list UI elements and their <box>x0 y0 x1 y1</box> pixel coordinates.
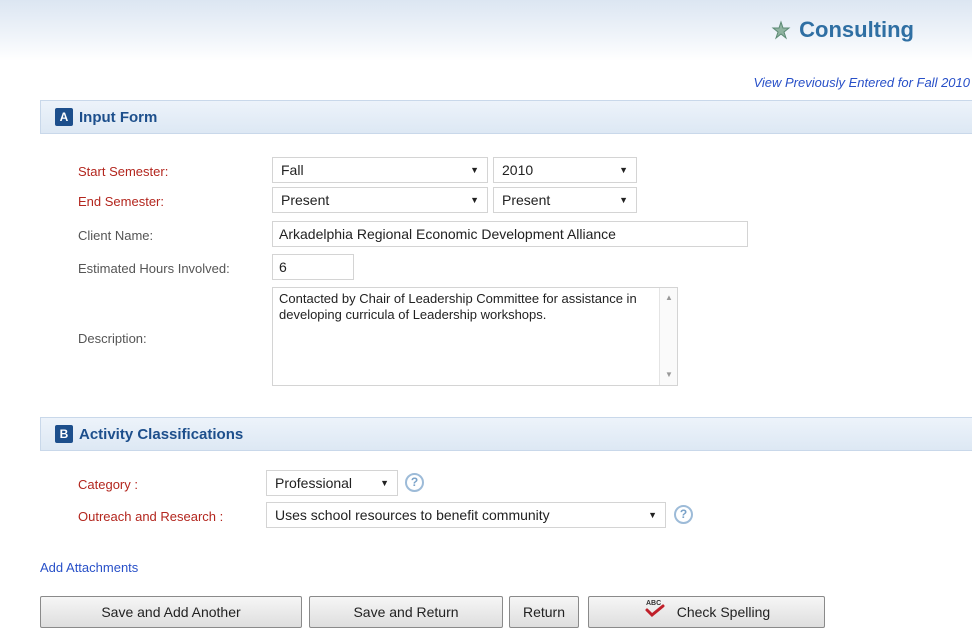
end-semester-term-select[interactable]: Present ▼ <box>272 187 488 213</box>
view-previous-link[interactable]: View Previously Entered for Fall 2010 <box>753 75 970 90</box>
scroll-down-icon[interactable]: ▼ <box>660 367 677 383</box>
client-name-input[interactable]: Arkadelphia Regional Economic Developmen… <box>272 221 748 247</box>
hours-label: Estimated Hours Involved: <box>78 261 230 276</box>
section-activity-classifications: B Activity Classifications <box>40 417 972 451</box>
chevron-down-icon: ▼ <box>470 195 479 205</box>
section-a-badge: A <box>55 108 73 126</box>
description-textarea[interactable]: Contacted by Chair of Leadership Committ… <box>272 287 678 386</box>
save-and-return-button[interactable]: Save and Return <box>309 596 503 628</box>
save-and-add-another-button[interactable]: Save and Add Another <box>40 596 302 628</box>
chevron-down-icon: ▼ <box>380 478 389 488</box>
check-spelling-button[interactable]: ABC Check Spelling <box>588 596 825 628</box>
category-value: Professional <box>275 475 353 491</box>
description-text: Contacted by Chair of Leadership Committ… <box>279 291 641 322</box>
section-b-title: Activity Classifications <box>79 425 244 443</box>
section-a-title: Input Form <box>79 108 158 126</box>
description-label: Description: <box>78 331 147 346</box>
description-scrollbar[interactable]: ▲ ▼ <box>659 288 677 385</box>
page-title-text: Consulting <box>799 17 914 42</box>
page-title: Consulting <box>771 17 914 43</box>
chevron-down-icon: ▼ <box>470 165 479 175</box>
start-semester-term-select[interactable]: Fall ▼ <box>272 157 488 183</box>
add-attachments-link[interactable]: Add Attachments <box>40 560 138 575</box>
category-label: Category : <box>78 477 138 492</box>
section-b-badge: B <box>55 425 73 443</box>
chevron-down-icon: ▼ <box>619 165 628 175</box>
end-semester-label: End Semester: <box>78 194 164 209</box>
svg-text:ABC: ABC <box>646 600 661 607</box>
scroll-up-icon[interactable]: ▲ <box>660 290 677 306</box>
check-spelling-label: Check Spelling <box>676 604 771 620</box>
end-semester-year-value: Present <box>502 192 551 208</box>
client-name-label: Client Name: <box>78 228 154 243</box>
end-semester-term-value: Present <box>281 192 330 208</box>
chevron-down-icon: ▼ <box>619 195 628 205</box>
help-question-icon[interactable]: ? <box>674 505 693 524</box>
help-question-icon[interactable]: ? <box>405 473 424 492</box>
start-semester-term-value: Fall <box>281 162 304 178</box>
return-button[interactable]: Return <box>509 596 579 628</box>
page-header: Consulting <box>0 0 972 62</box>
outreach-label: Outreach and Research : <box>78 509 224 524</box>
chevron-down-icon: ▼ <box>648 510 657 520</box>
spellcheck-icon: ABC <box>643 598 667 628</box>
hours-input[interactable]: 6 <box>272 254 354 280</box>
outreach-value: Uses school resources to benefit communi… <box>275 507 550 523</box>
outreach-select[interactable]: Uses school resources to benefit communi… <box>266 502 666 528</box>
start-semester-label: Start Semester: <box>78 164 169 179</box>
start-semester-year-value: 2010 <box>502 162 534 178</box>
start-semester-year-select[interactable]: 2010 ▼ <box>493 157 637 183</box>
category-select[interactable]: Professional ▼ <box>266 470 398 496</box>
end-semester-year-select[interactable]: Present ▼ <box>493 187 637 213</box>
section-input-form: A Input Form <box>40 100 972 134</box>
consulting-logo-icon <box>771 20 791 40</box>
